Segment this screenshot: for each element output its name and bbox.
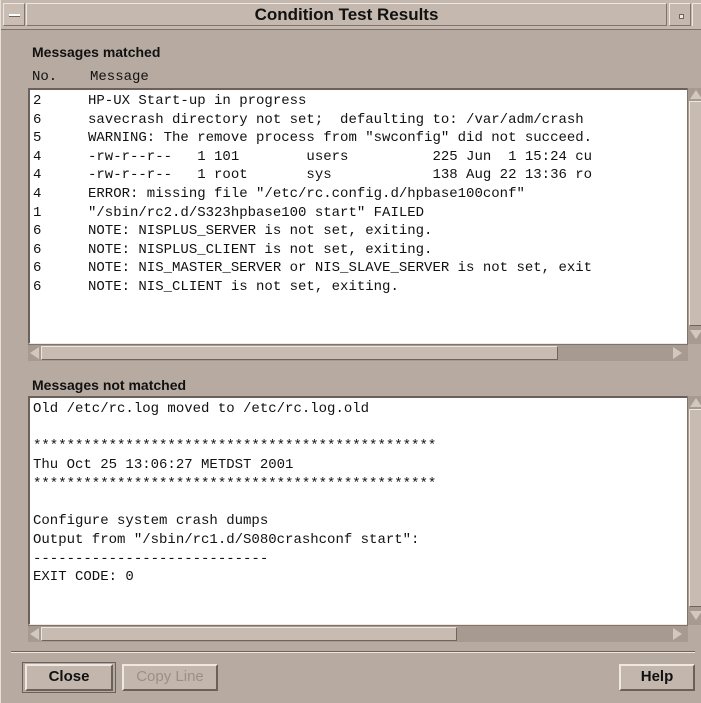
matched-horizontal-thumb[interactable] bbox=[41, 346, 558, 360]
minimize-icon bbox=[679, 14, 684, 19]
log-line: EXIT CODE: 0 bbox=[33, 569, 134, 586]
scroll-down-arrow-icon[interactable] bbox=[690, 330, 701, 339]
message-text: ERROR: missing file "/etc/rc.config.d/hp… bbox=[88, 186, 525, 202]
message-text: NOTE: NIS_MASTER_SERVER or NIS_SLAVE_SER… bbox=[88, 260, 593, 277]
message-number: 1 bbox=[33, 204, 42, 221]
matched-horizontal-scrollbar[interactable] bbox=[28, 344, 688, 361]
scroll-left-arrow-icon[interactable] bbox=[30, 347, 39, 359]
message-number: 2 bbox=[33, 93, 42, 109]
window-menu-icon bbox=[9, 14, 20, 17]
messages-not-matched-list[interactable]: Old /etc/rc.log moved to /etc/rc.log.old… bbox=[28, 396, 688, 625]
message-number: 6 bbox=[33, 260, 42, 277]
log-line: ****************************************… bbox=[33, 475, 437, 492]
log-line: Output from "/sbin/rc1.d/S080crashconf s… bbox=[33, 531, 420, 548]
message-text: HP-UX Start-up in progress bbox=[88, 93, 307, 109]
message-number: 6 bbox=[33, 223, 42, 240]
scroll-right-arrow-icon[interactable] bbox=[673, 628, 682, 640]
message-text: savecrash directory not set; defaulting … bbox=[88, 111, 584, 128]
not-matched-horizontal-thumb[interactable] bbox=[41, 627, 457, 641]
column-header-no: No. bbox=[32, 69, 58, 85]
condition-test-results-window: Condition Test Results Messages matched … bbox=[0, 0, 701, 703]
message-number: 6 bbox=[33, 111, 42, 128]
message-number: 6 bbox=[33, 279, 42, 295]
matched-vertical-scrollbar[interactable] bbox=[687, 88, 701, 344]
log-line: Old /etc/rc.log moved to /etc/rc.log.old bbox=[33, 401, 370, 417]
copy-line-button[interactable]: Copy Line bbox=[122, 664, 218, 691]
scroll-up-arrow-icon[interactable] bbox=[690, 398, 701, 407]
not-matched-vertical-thumb[interactable] bbox=[689, 409, 701, 607]
message-number: 5 bbox=[33, 130, 42, 147]
log-line: ---------------------------- bbox=[33, 550, 269, 567]
not-matched-vertical-scrollbar[interactable] bbox=[687, 396, 701, 625]
column-header-message: Message bbox=[90, 69, 149, 85]
matched-vertical-thumb[interactable] bbox=[689, 101, 701, 326]
scroll-down-arrow-icon[interactable] bbox=[690, 611, 701, 620]
messages-matched-list[interactable]: 2 HP-UX Start-up in progress 6 savecrash di… bbox=[28, 88, 688, 344]
title-bar: Condition Test Results bbox=[1, 0, 701, 30]
scroll-left-arrow-icon[interactable] bbox=[30, 628, 39, 640]
message-text: NOTE: NISPLUS_CLIENT is not set, exiting… bbox=[88, 241, 433, 258]
maximize-button[interactable] bbox=[692, 3, 701, 26]
log-line: ****************************************… bbox=[33, 438, 437, 455]
close-button[interactable]: Close bbox=[25, 664, 113, 691]
message-text: "/sbin/rc2.d/S323hpbase100 start" FAILED bbox=[88, 204, 425, 221]
message-number: 4 bbox=[33, 186, 42, 202]
button-area-separator bbox=[11, 651, 695, 653]
scroll-up-arrow-icon[interactable] bbox=[690, 90, 701, 99]
window-title[interactable]: Condition Test Results bbox=[26, 3, 667, 26]
not-matched-horizontal-scrollbar[interactable] bbox=[28, 625, 688, 642]
log-line: Thu Oct 25 13:06:27 METDST 2001 bbox=[33, 457, 294, 474]
message-number: 6 bbox=[33, 241, 42, 258]
scroll-right-arrow-icon[interactable] bbox=[673, 347, 682, 359]
message-text: -rw-r--r-- 1 101 users 225 Jun 1 15:24 c… bbox=[88, 148, 593, 165]
help-button[interactable]: Help bbox=[619, 664, 695, 691]
window-menu-button[interactable] bbox=[3, 3, 25, 26]
messages-matched-label: Messages matched bbox=[32, 44, 161, 60]
message-text: NOTE: NISPLUS_SERVER is not set, exiting… bbox=[88, 223, 433, 240]
message-text: WARNING: The remove process from "swconf… bbox=[88, 130, 593, 147]
message-text: NOTE: NIS_CLIENT is not set, exiting. bbox=[88, 279, 399, 295]
message-text: -rw-r--r-- 1 root sys 138 Aug 22 13:36 r… bbox=[88, 167, 593, 184]
message-number: 4 bbox=[33, 167, 42, 184]
message-number: 4 bbox=[33, 148, 42, 165]
log-line: Configure system crash dumps bbox=[33, 513, 269, 530]
messages-not-matched-label: Messages not matched bbox=[32, 377, 187, 393]
minimize-button[interactable] bbox=[669, 3, 691, 26]
